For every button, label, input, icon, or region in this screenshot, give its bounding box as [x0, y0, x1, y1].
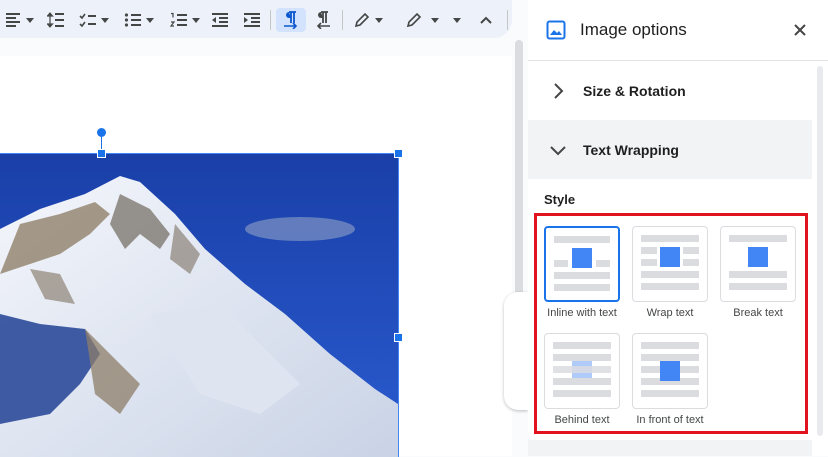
toolbar-divider — [342, 10, 343, 30]
panel-scrollbar[interactable] — [817, 66, 823, 436]
wrap-option-label: Behind text — [554, 414, 610, 426]
line-spacing-icon[interactable] — [44, 8, 68, 32]
rotation-handle[interactable] — [97, 128, 106, 137]
highlight-pen-icon[interactable] — [350, 8, 386, 32]
mountain-image[interactable] — [0, 153, 399, 457]
side-floating-toolbar[interactable] — [504, 292, 528, 410]
image-icon — [546, 20, 566, 45]
text-wrapping-section[interactable]: Text Wrapping — [528, 120, 812, 179]
resize-handle-right[interactable] — [394, 333, 403, 342]
rtl-icon[interactable] — [310, 8, 336, 32]
next-section-peek — [528, 440, 812, 456]
chevron-right-icon — [548, 81, 568, 101]
resize-handle-top-right[interactable] — [394, 149, 403, 158]
wrap-option-break[interactable] — [720, 226, 796, 302]
panel-title: Image options — [580, 20, 687, 39]
wrap-option-wrap[interactable] — [632, 226, 708, 302]
section-label: Text Wrapping — [583, 142, 679, 158]
bulleted-list-icon[interactable] — [120, 8, 158, 32]
checklist-icon[interactable] — [76, 8, 112, 32]
increase-indent-icon[interactable] — [240, 8, 264, 32]
mountain-photo — [0, 154, 398, 457]
ltr-icon[interactable] — [276, 8, 306, 32]
decrease-indent-icon[interactable] — [208, 8, 232, 32]
resize-handle-top[interactable] — [97, 149, 106, 158]
style-heading: Style — [544, 192, 576, 207]
wrap-option-label: In front of text — [636, 414, 704, 426]
align-icon[interactable] — [2, 8, 36, 32]
close-icon[interactable] — [790, 20, 810, 40]
wrap-option-behind[interactable] — [544, 333, 620, 409]
panel-header: Image options — [528, 0, 828, 61]
more-caret-icon[interactable] — [450, 8, 464, 32]
wrap-option-label: Break text — [733, 307, 783, 319]
formatting-toolbar — [0, 0, 512, 38]
toolbar-divider — [270, 10, 271, 30]
chevron-down-icon — [548, 140, 568, 160]
image-options-panel: Image options Size & Rotation Text Wrapp… — [528, 0, 828, 456]
wrap-option-front[interactable] — [632, 333, 708, 409]
pen-icon[interactable] — [402, 8, 442, 32]
document-scrollbar[interactable] — [515, 40, 523, 330]
wrap-option-label: Wrap text — [646, 307, 694, 319]
wrap-option-label: Inline with text — [547, 307, 617, 319]
size-rotation-section[interactable]: Size & Rotation — [528, 61, 812, 120]
wrap-option-inline[interactable] — [544, 226, 620, 302]
section-label: Size & Rotation — [583, 83, 686, 99]
collapse-icon[interactable] — [474, 8, 498, 32]
toolbar-divider — [507, 10, 508, 30]
numbered-list-icon[interactable] — [166, 8, 204, 32]
